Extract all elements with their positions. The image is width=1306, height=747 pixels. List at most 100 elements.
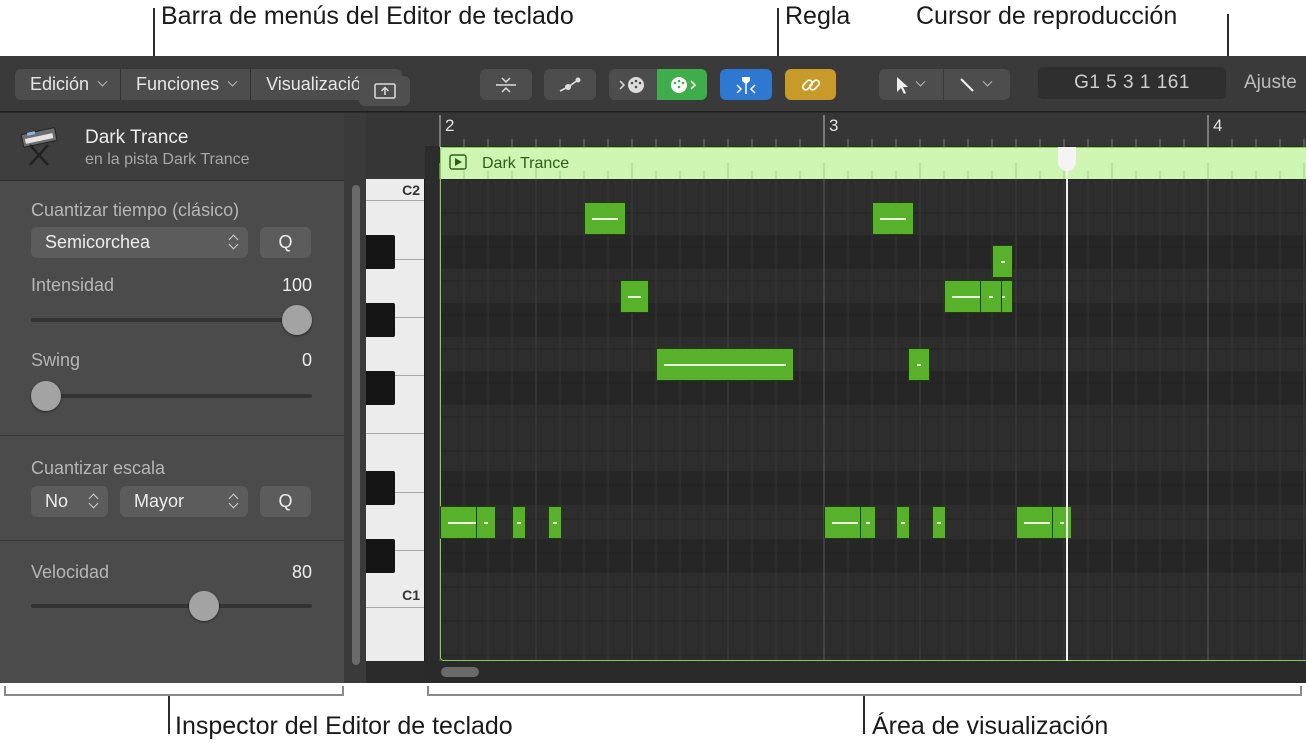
callout-display-area-line [863,696,865,734]
velocity-slider-knob[interactable] [189,591,220,621]
strength-value: 100 [281,275,312,295]
menu-functions-label: Funciones [136,74,220,94]
midi-note[interactable] [548,506,563,539]
key-label-c1: C1 [402,587,420,603]
menu-functions[interactable]: Funciones [121,69,252,100]
time-quantize-q-button[interactable]: Q [260,227,311,258]
velocity-slider-track[interactable] [31,604,312,608]
midi-note[interactable] [656,348,795,381]
track-name: Dark Trance [85,127,189,148]
midi-note[interactable] [980,280,1002,313]
swing-value: 0 [301,350,312,370]
piano-keyboard[interactable]: C2 C1 [366,179,425,661]
scale-quantize-label: Cuantizar escala [31,458,166,478]
horizontal-scroll-thumb[interactable] [441,667,479,677]
swing-slider-track[interactable] [31,394,312,398]
up-down-arrows-icon [89,493,99,509]
chevron-down-icon [227,76,238,87]
midi-note[interactable] [896,506,910,539]
black-key[interactable] [366,235,395,269]
callout-menubar-line [153,8,155,58]
midi-note[interactable] [932,506,947,539]
link-button[interactable] [785,69,836,100]
midi-note[interactable] [476,506,496,539]
link-icon [801,78,820,91]
midi-note[interactable] [512,506,526,539]
scale-root-value: No [45,491,69,511]
callout-display-area: Área de visualización [872,712,1109,740]
midi-note[interactable] [860,506,876,539]
chevron-down-icon [915,76,926,87]
inspector-scrollbar[interactable] [344,113,366,683]
up-down-arrows-icon [229,234,239,250]
playhead-line[interactable] [1066,147,1068,661]
collapse-icon [496,76,516,93]
black-key-row [440,471,1306,505]
horizontal-scrollbar[interactable] [425,661,1306,683]
strength-slider-knob[interactable] [282,305,312,335]
scale-root-popup[interactable]: No [31,486,108,517]
black-key[interactable] [366,471,395,505]
display-area[interactable]: Dark Trance [425,147,1306,661]
section-divider [0,540,344,541]
midi-note[interactable] [908,348,930,381]
chevron-down-icon [982,76,993,87]
annotated-screenshot: Barra de menús del Editor de teclado Reg… [0,0,1306,747]
catch-playhead-button[interactable] [720,69,772,100]
automation-curve-icon [559,77,581,92]
midi-note[interactable] [992,245,1014,278]
midi-note[interactable] [944,280,1014,313]
pointer-arrow-icon [897,76,908,94]
pencil-tool-menu[interactable] [944,69,1010,100]
playhead-handle[interactable] [1058,147,1076,171]
scale-quantize-q-button[interactable]: Q [260,486,311,517]
velocity-value: 80 [291,562,312,582]
line-tool-icon [960,77,974,92]
pointer-tool-menu[interactable] [879,69,943,100]
time-quantize-label: Cuantizar tiempo (clásico) [31,200,240,220]
ruler-corner [366,113,425,179]
ruler-bar-number: 2 [445,116,455,135]
midi-note[interactable] [584,202,627,235]
callout-menubar: Barra de menús del Editor de teclado [161,2,574,30]
black-key[interactable] [366,303,395,337]
strength-slider-track[interactable] [31,318,312,322]
note-grid: Dark Trance [439,147,1306,661]
inspector-scroll-thumb[interactable] [352,185,360,665]
scale-type-value: Mayor [134,491,185,511]
ruler-bar-number: 4 [1213,116,1223,135]
inspector-header: Dark Trance en la pista Dark Trance [0,113,344,181]
catch-playhead-icon [736,76,756,94]
callout-ruler: Regla [785,2,851,30]
ruler[interactable]: 2 3 4 [425,113,1306,147]
black-key[interactable] [366,539,395,573]
scale-type-popup[interactable]: Mayor [120,486,248,517]
show-region-button[interactable] [359,76,410,106]
midi-out-button[interactable] [609,69,657,100]
callout-inspector: Inspector del Editor de teclado [175,712,513,740]
chevron-down-icon [97,76,108,87]
midi-in-button[interactable] [657,69,707,100]
display-area-bracket [427,686,1302,696]
midi-note[interactable] [1052,506,1072,539]
time-quantize-popup[interactable]: Semicorchea [31,227,248,258]
black-key-row [440,303,1306,337]
menu-edit[interactable]: Edición [15,69,122,100]
up-down-arrows-icon [229,493,239,509]
white-key[interactable] [366,608,424,661]
collapse-button[interactable] [480,69,532,100]
midi-note[interactable] [620,280,650,313]
swing-label: Swing [31,350,81,370]
region-header [440,147,1306,179]
callout-inspector-line [168,696,170,734]
menu-view-label: Visualización [266,74,371,94]
ruler-ticks [439,115,1305,147]
midi-in-icon [671,76,697,93]
midi-note[interactable] [872,202,915,235]
snap-label[interactable]: Ajuste [1244,72,1297,94]
black-key-row [440,371,1306,405]
black-key[interactable] [366,371,395,405]
automation-button[interactable] [544,69,596,100]
swing-slider-knob[interactable] [31,381,61,411]
local-menu-bar: Edición Funciones Visualización [15,69,402,100]
